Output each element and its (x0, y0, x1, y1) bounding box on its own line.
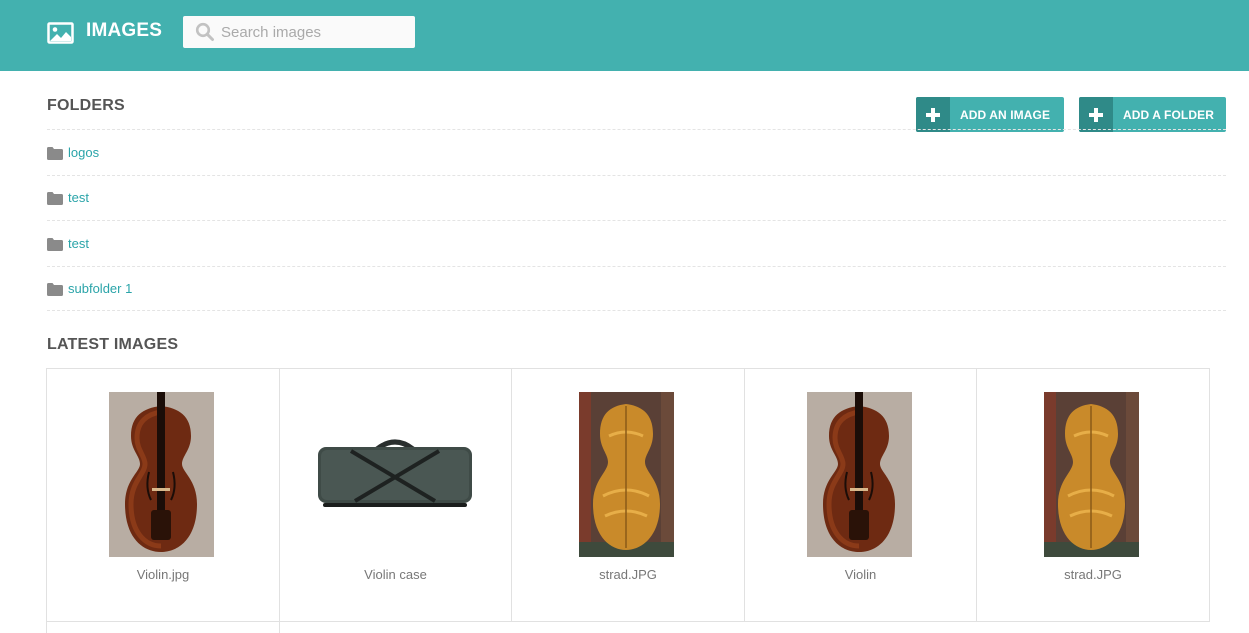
folder-icon (47, 282, 63, 296)
violin-thumbnail (109, 392, 214, 557)
image-grid: Violin.jpg Violin case strad.JPG Violin … (46, 368, 1210, 633)
image-caption: Violin (844, 567, 877, 582)
search-icon (195, 22, 214, 41)
top-bar: IMAGES (0, 0, 1249, 71)
violin-thumbnail (1044, 392, 1139, 557)
image-caption: strad.JPG (1064, 567, 1122, 582)
add-image-label: ADD AN IMAGE (960, 107, 1051, 122)
image-card[interactable]: Violin case (280, 369, 512, 622)
folder-item[interactable]: logos (47, 129, 1226, 175)
folders-heading: FOLDERS (47, 97, 125, 114)
image-card[interactable]: Violin (745, 369, 977, 622)
image-caption: Violin case (364, 567, 427, 582)
folder-list: logos test test subfolder 1 (47, 129, 1226, 311)
add-folder-label: ADD A FOLDER (1123, 107, 1214, 122)
violin-thumbnail (579, 392, 674, 557)
image-card[interactable]: Violin.jpg (47, 369, 280, 622)
page-title: IMAGES (86, 20, 163, 41)
search-box[interactable] (183, 16, 415, 48)
image-card[interactable]: strad.JPG (977, 369, 1210, 622)
folder-item[interactable]: subfolder 1 (47, 265, 1226, 311)
folder-link[interactable]: test (68, 190, 89, 205)
folder-icon (47, 146, 63, 160)
latest-images-heading: LATEST IMAGES (47, 336, 179, 353)
folder-link[interactable]: logos (68, 145, 99, 160)
image-card[interactable] (47, 622, 280, 633)
add-folder-button[interactable]: ADD A FOLDER (1079, 97, 1226, 132)
plus-icon (916, 97, 950, 132)
folder-icon (47, 192, 63, 206)
folder-item[interactable]: test (47, 174, 1226, 221)
folder-item[interactable]: test (47, 220, 1226, 266)
image-caption: strad.JPG (599, 567, 657, 582)
folder-icon (47, 237, 63, 251)
violin-thumbnail (807, 392, 912, 557)
plus-icon (1079, 97, 1113, 132)
add-image-button[interactable]: ADD AN IMAGE (916, 97, 1064, 132)
folder-link[interactable]: subfolder 1 (68, 281, 132, 296)
image-icon (47, 22, 74, 44)
violin-case-thumbnail (315, 435, 475, 515)
image-caption: Violin.jpg (136, 567, 190, 582)
search-input[interactable] (221, 16, 409, 48)
image-card[interactable]: strad.JPG (512, 369, 745, 622)
folder-link[interactable]: test (68, 236, 89, 251)
